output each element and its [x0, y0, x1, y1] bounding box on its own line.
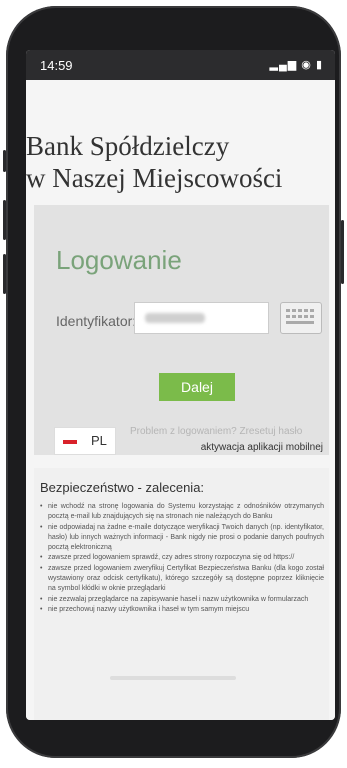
- battery-icon: ▮: [315, 59, 323, 71]
- identifier-input[interactable]: [134, 302, 269, 334]
- power-button: [341, 220, 344, 284]
- security-list: nie wchodź na stronę logowania do System…: [40, 502, 324, 616]
- status-time: 14:59: [40, 58, 73, 73]
- signal-icon: ▂▄▆: [269, 59, 298, 71]
- web-content: Bank Spółdzielczy w Naszej Miejscowości …: [26, 80, 335, 720]
- security-item: zawsze przed logowaniem sprawdź, czy adr…: [40, 553, 324, 564]
- virtual-keyboard-icon[interactable]: [280, 302, 322, 334]
- login-panel: Logowanie Identyfikator: Dalej PL Proble…: [34, 205, 329, 455]
- volume-up-button: [3, 200, 6, 240]
- status-icons: ▂▄▆ ◉ ▮: [269, 58, 323, 71]
- identifier-label: Identyfikator:: [56, 313, 137, 329]
- security-item: nie wchodź na stronę logowania do System…: [40, 502, 324, 523]
- security-title: Bezpieczeństwo - zalecenia:: [40, 480, 205, 495]
- security-section: Bezpieczeństwo - zalecenia: nie wchodź n…: [34, 468, 329, 720]
- mobile-activation-link[interactable]: aktywacja aplikacji mobilnej: [201, 442, 323, 453]
- screen: 14:59 ▂▄▆ ◉ ▮ Bank Spółdzielczy w Naszej…: [26, 50, 335, 720]
- pl-flag-icon: [63, 440, 77, 444]
- bank-title-line2: w Naszej Miejscowości: [26, 163, 283, 193]
- login-title: Logowanie: [56, 245, 182, 275]
- security-item: nie zezwalaj przeglądarce na zapisywanie…: [40, 595, 324, 606]
- wifi-icon: ◉: [301, 59, 312, 71]
- language-code: PL: [91, 433, 107, 448]
- next-button[interactable]: Dalej: [159, 373, 235, 401]
- mute-switch: [3, 150, 6, 172]
- home-indicator[interactable]: [110, 676, 236, 680]
- language-selector[interactable]: PL: [54, 427, 116, 455]
- security-item: zawsze przed logowaniem zweryfikuj Certy…: [40, 564, 324, 595]
- login-problem-link[interactable]: Problem z logowaniem? Zresetuj hasło: [130, 426, 302, 437]
- identifier-blurred-value: [145, 313, 205, 323]
- bank-title: Bank Spółdzielczy w Naszej Miejscowości: [26, 130, 335, 194]
- volume-down-button: [3, 254, 6, 294]
- security-item: nie odpowiadaj na żadne e-maile dotycząc…: [40, 523, 324, 554]
- bank-title-line1: Bank Spółdzielczy: [26, 131, 230, 161]
- status-bar: 14:59 ▂▄▆ ◉ ▮: [26, 50, 335, 80]
- security-item: nie przechowuj nazwy użytkownika i haseł…: [40, 605, 324, 616]
